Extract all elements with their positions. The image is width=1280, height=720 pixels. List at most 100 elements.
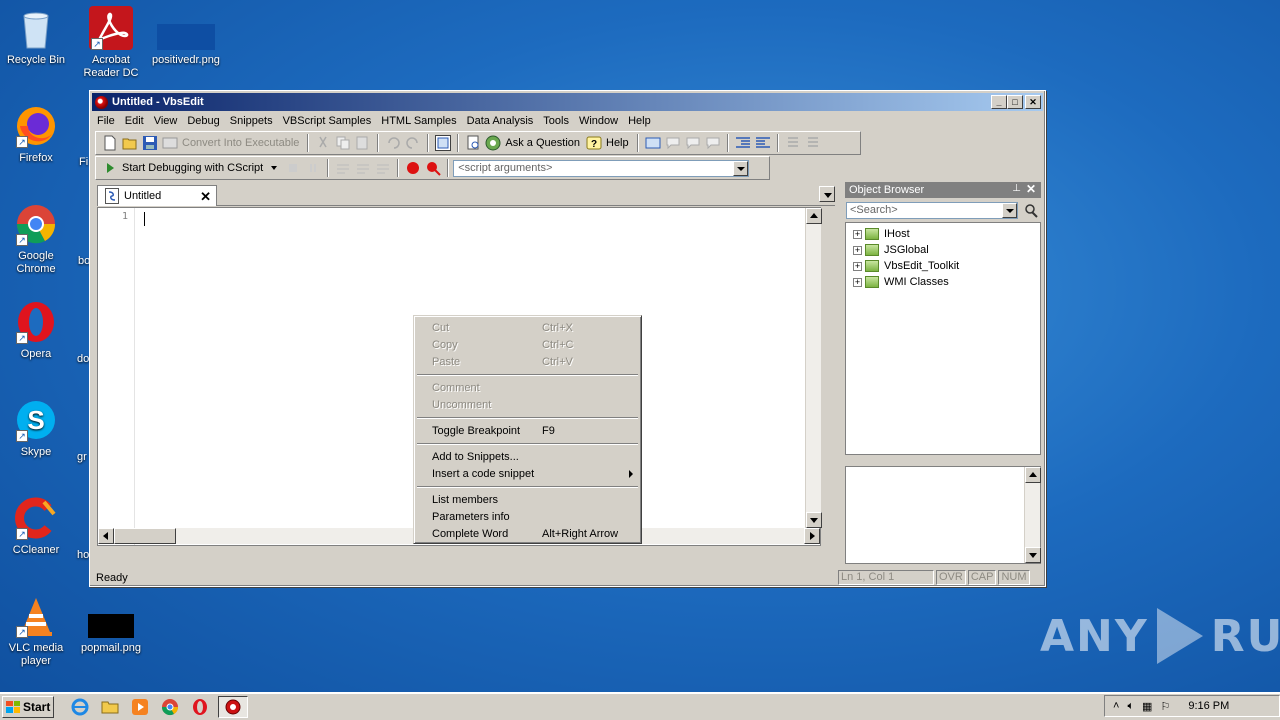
object-search-field[interactable]: <Search> (846, 202, 1018, 219)
scroll-left-button[interactable] (98, 528, 114, 544)
menu-html-samples[interactable]: HTML Samples (376, 115, 461, 127)
new-file-icon[interactable] (102, 135, 118, 151)
expand-icon[interactable]: + (853, 277, 862, 287)
vertical-scrollbar[interactable] (805, 208, 822, 528)
copy-icon[interactable] (335, 135, 351, 151)
step-into-icon[interactable] (335, 160, 351, 176)
stop-icon[interactable] (285, 160, 301, 176)
chevron-down-icon[interactable] (271, 166, 278, 170)
chevron-up-icon[interactable]: ˄ (1113, 700, 1119, 712)
step-out-icon[interactable] (375, 160, 391, 176)
scroll-down-button[interactable] (806, 512, 822, 528)
tab-list-dropdown[interactable] (819, 186, 835, 202)
menu-item-complete-word[interactable]: Complete Word Alt+Right Arrow (416, 525, 639, 542)
clock[interactable]: 9:16 PM (1188, 700, 1229, 712)
expand-icon[interactable]: + (853, 261, 862, 271)
convert-executable-button[interactable]: Convert Into Executable (182, 137, 299, 149)
breakpoint-icon[interactable] (405, 160, 421, 176)
scroll-right-button[interactable] (804, 528, 820, 544)
desktop-icon-skype[interactable]: S ↗ Skype (0, 398, 72, 459)
menu-window[interactable]: Window (574, 115, 623, 127)
undo-icon[interactable] (385, 135, 401, 151)
ask-question-icon[interactable] (485, 135, 501, 151)
tree-node[interactable]: + JSGlobal (846, 242, 1040, 258)
menu-tools[interactable]: Tools (538, 115, 574, 127)
outdent-icon[interactable] (755, 135, 771, 151)
minimize-button[interactable]: _ (991, 95, 1007, 109)
properties-icon[interactable] (435, 135, 452, 151)
print-preview-icon[interactable] (465, 135, 481, 151)
redo-icon[interactable] (405, 135, 421, 151)
desktop-icon-firefox[interactable]: ↗ Firefox (0, 104, 72, 165)
scroll-up-button[interactable] (806, 208, 822, 224)
menu-item-insert-code-snippet[interactable]: Insert a code snippet (416, 465, 639, 482)
play-icon[interactable] (102, 160, 118, 176)
taskbar-ie[interactable] (68, 696, 92, 718)
menu-item-add-to-snippets[interactable]: Add to Snippets... (416, 448, 639, 465)
menu-debug[interactable]: Debug (182, 115, 224, 127)
vertical-scrollbar[interactable] (1024, 467, 1041, 563)
volume-icon[interactable]: 🔈︎ (1127, 700, 1134, 713)
menu-data-analysis[interactable]: Data Analysis (462, 115, 539, 127)
taskbar-media-player[interactable] (128, 696, 152, 718)
chevron-down-icon[interactable] (1002, 203, 1017, 218)
desktop-icon-vlc[interactable]: ↗ VLC media player (0, 594, 72, 668)
menu-item-comment[interactable]: Comment (416, 379, 639, 396)
tab-close-icon[interactable]: ✕ (200, 189, 211, 205)
desktop-icon-opera[interactable]: ↗ Opera (0, 300, 72, 361)
chevron-down-icon[interactable] (733, 160, 749, 176)
maximize-button[interactable]: □ (1007, 95, 1023, 109)
clear-breakpoints-icon[interactable] (425, 160, 441, 176)
menu-item-paste[interactable]: Paste Ctrl+V (416, 353, 639, 370)
tab-untitled[interactable]: Untitled ✕ (97, 185, 217, 206)
help-icon[interactable]: ? (586, 135, 602, 151)
menu-snippets[interactable]: Snippets (225, 115, 278, 127)
menu-file[interactable]: File (92, 115, 120, 127)
scroll-down-button[interactable] (1025, 547, 1041, 563)
start-debugging-button[interactable]: Start Debugging with CScript (122, 162, 263, 174)
title-bar[interactable]: Untitled - VbsEdit _ □ ✕ (92, 93, 1043, 111)
tree-node[interactable]: + WMI Classes (846, 274, 1040, 290)
step-over-icon[interactable] (355, 160, 371, 176)
menu-item-toggle-breakpoint[interactable]: Toggle Breakpoint F9 (416, 422, 639, 439)
expand-icon[interactable]: + (853, 245, 862, 255)
script-arguments-field[interactable]: <script arguments> (453, 159, 750, 177)
cut-icon[interactable] (315, 135, 331, 151)
menu-item-list-members[interactable]: List members (416, 491, 639, 508)
desktop-icon-recycle-bin[interactable]: Recycle Bin (0, 6, 72, 67)
help-button[interactable]: Help (606, 137, 629, 149)
menu-help[interactable]: Help (623, 115, 656, 127)
scroll-thumb[interactable] (114, 528, 176, 544)
find-icon[interactable] (1023, 203, 1039, 219)
indent-icon[interactable] (735, 135, 751, 151)
list-icon[interactable] (785, 135, 801, 151)
scroll-up-button[interactable] (1025, 467, 1041, 483)
taskbar-chrome[interactable] (158, 696, 182, 718)
taskbar-opera[interactable] (188, 696, 212, 718)
desktop-icon-chrome[interactable]: ↗ Google Chrome (0, 202, 72, 276)
panel-close-icon[interactable]: ✕ (1026, 182, 1036, 196)
list-icon[interactable] (805, 135, 821, 151)
menu-view[interactable]: View (149, 115, 183, 127)
ask-question-button[interactable]: Ask a Question (505, 137, 580, 149)
network-icon[interactable]: ▦ (1142, 700, 1152, 713)
comment-icon[interactable] (685, 135, 701, 151)
menu-item-cut[interactable]: Cut Ctrl+X (416, 319, 639, 336)
pause-icon[interactable] (305, 160, 321, 176)
desktop-icon-positivedr[interactable]: positivedr.png (150, 6, 222, 67)
tree-node[interactable]: + IHost (846, 226, 1040, 242)
window-icon[interactable] (645, 135, 661, 151)
comment-icon[interactable] (665, 135, 681, 151)
expand-icon[interactable]: + (853, 229, 862, 239)
desktop-icon-ccleaner[interactable]: ↗ CCleaner (0, 496, 72, 557)
save-icon[interactable] (142, 135, 158, 151)
tree-node[interactable]: + VbsEdit_Toolkit (846, 258, 1040, 274)
open-folder-icon[interactable] (122, 135, 138, 151)
desktop-icon-acrobat[interactable]: ↗ Acrobat Reader DC (75, 6, 147, 80)
close-button[interactable]: ✕ (1025, 95, 1041, 109)
pin-icon[interactable]: ⊥ (1012, 183, 1021, 194)
comment-icon[interactable] (705, 135, 721, 151)
start-button[interactable]: Start (2, 695, 54, 718)
menu-item-copy[interactable]: Copy Ctrl+C (416, 336, 639, 353)
menu-item-parameters-info[interactable]: Parameters info (416, 508, 639, 525)
